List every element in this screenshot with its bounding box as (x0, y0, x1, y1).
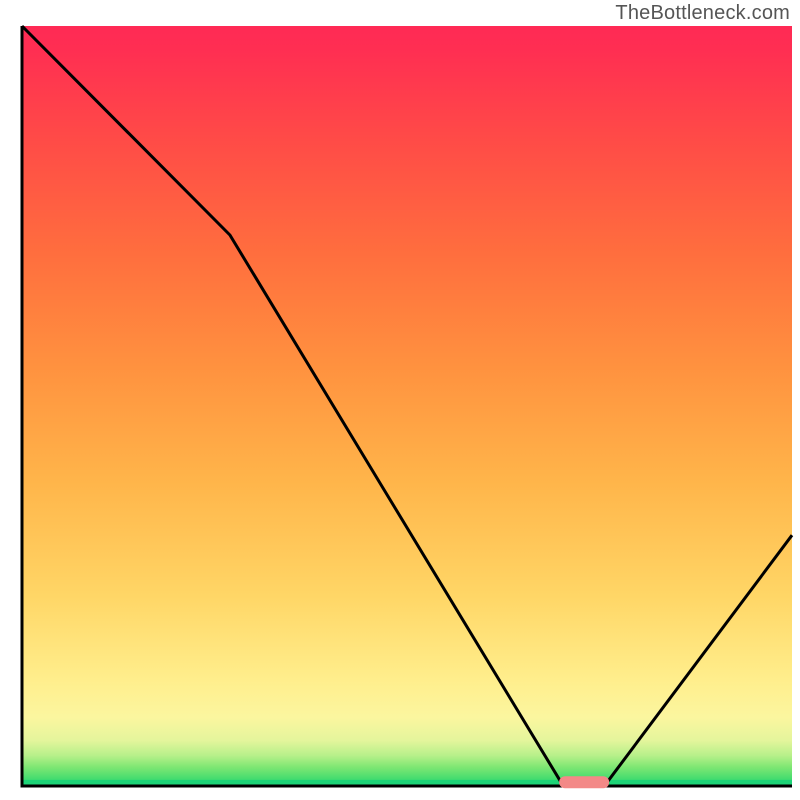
chart-container: TheBottleneck.com (0, 0, 800, 800)
optimal-marker (559, 776, 609, 788)
bottleneck-chart (0, 0, 800, 800)
watermark-text: TheBottleneck.com (615, 2, 790, 25)
